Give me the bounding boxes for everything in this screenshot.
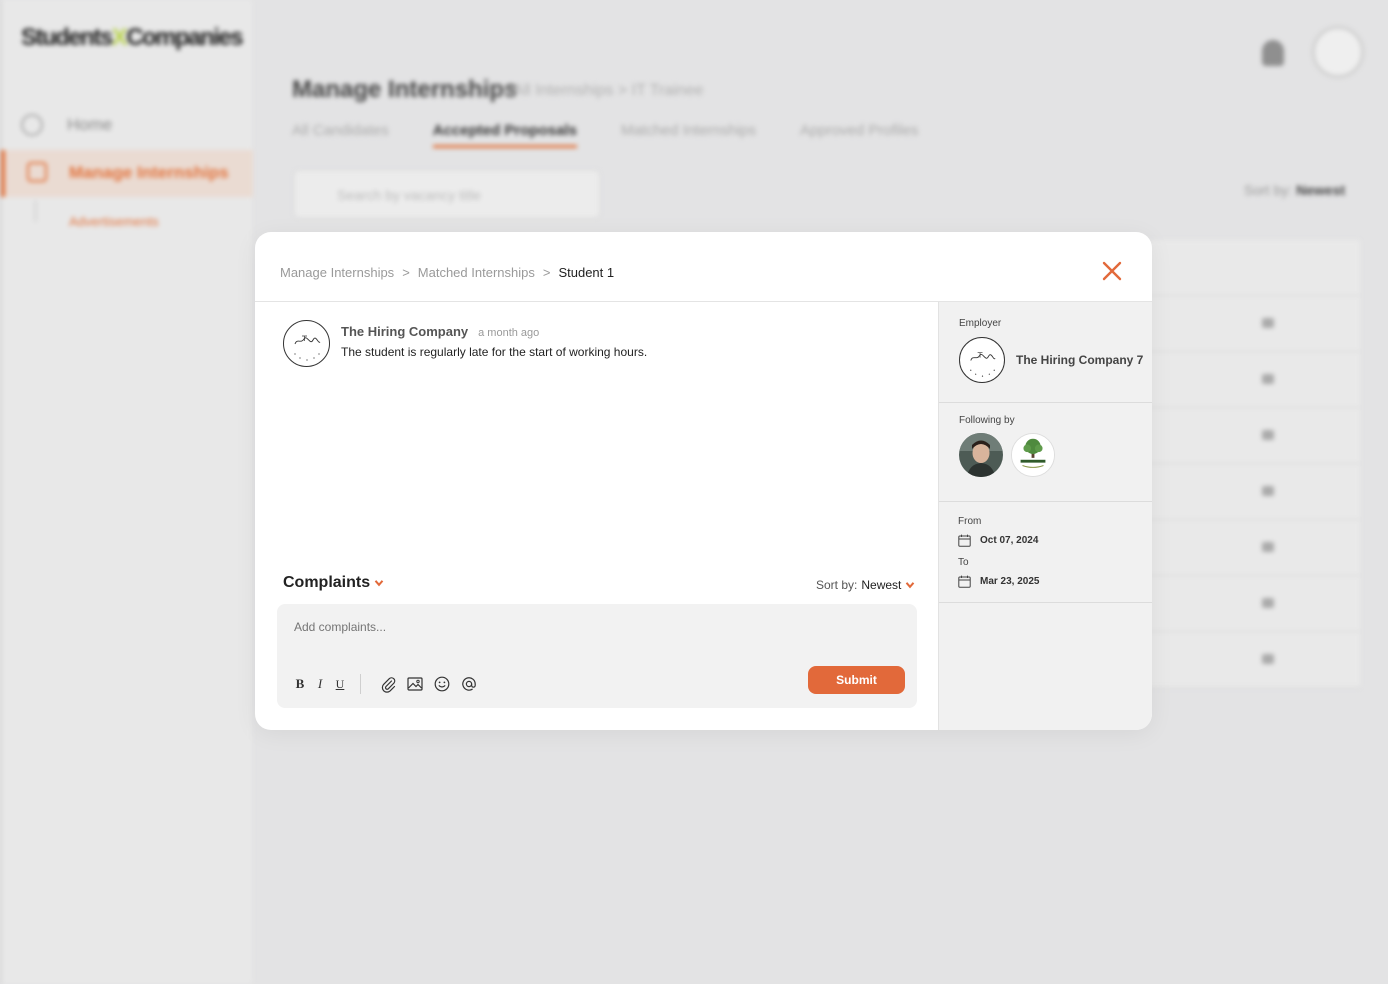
employer-logo: [959, 337, 1005, 383]
sort-dropdown[interactable]: Sort by: Newest: [816, 578, 915, 592]
tab-bar: All Candidates Accepted Proposals Matche…: [292, 122, 918, 148]
table-row: [1140, 632, 1360, 688]
attachment-icon[interactable]: [379, 675, 397, 693]
tab-all-candidates[interactable]: All Candidates: [292, 122, 389, 148]
search-input[interactable]: Search by vacancy title: [294, 170, 600, 218]
modal-breadcrumb: Manage Internships > Matched Internships…: [280, 265, 615, 280]
follower-avatar-student[interactable]: [959, 433, 1003, 477]
to-date: Mar 23, 2025: [958, 575, 1040, 588]
table-row: [1140, 352, 1360, 408]
briefcase-icon: [27, 162, 47, 182]
comment-author: The Hiring Company: [341, 324, 469, 339]
following-section: Following by: [939, 403, 1152, 502]
internships-table: [1140, 240, 1360, 688]
chevron-down-icon: [374, 580, 384, 587]
table-row: [1140, 520, 1360, 576]
bold-button[interactable]: B: [294, 674, 306, 694]
calendar-icon: [958, 575, 971, 588]
breadcrumb: > All Internships > IT Trainee: [500, 82, 704, 99]
table-row: [1140, 240, 1360, 296]
sidebar-item-manage-internships[interactable]: Manage Internships: [1, 150, 253, 197]
sidebar-item-advertisements[interactable]: Advertisements: [69, 214, 159, 229]
tab-approved-profiles[interactable]: Approved Profiles: [800, 122, 918, 148]
company-logo: [283, 320, 330, 367]
complaints-main: The Hiring Company a month ago The stude…: [255, 302, 938, 730]
app-logo: StudentsXCompanies: [21, 24, 244, 51]
breadcrumb-matched-internships[interactable]: Matched Internships: [418, 265, 535, 280]
employer-name[interactable]: The Hiring Company 7: [1016, 353, 1143, 367]
chevron-down-icon: [906, 582, 915, 589]
formatting-toolbar: B I U: [294, 674, 487, 694]
breadcrumb-current: Student 1: [558, 265, 615, 280]
close-icon[interactable]: [1101, 260, 1123, 282]
italic-button[interactable]: I: [315, 674, 325, 694]
table-row: [1140, 464, 1360, 520]
sort-control[interactable]: Sort by: Newest: [1244, 182, 1345, 198]
sidebar: StudentsXCompanies Home Manage Internshi…: [0, 0, 253, 984]
tab-accepted-proposals[interactable]: Accepted Proposals: [432, 122, 577, 148]
page-title: Manage Internships: [292, 76, 518, 103]
complaint-item: The Hiring Company a month ago The stude…: [283, 320, 647, 367]
image-icon[interactable]: [406, 675, 424, 693]
from-date: Oct 07, 2024: [958, 534, 1038, 547]
mention-icon[interactable]: [460, 675, 478, 693]
emoji-icon[interactable]: [433, 675, 451, 693]
table-row: [1140, 408, 1360, 464]
modal-header: Manage Internships > Matched Internships…: [255, 232, 1152, 302]
details-panel: Employer The Hiring Company 7 Following …: [938, 302, 1152, 730]
table-row: [1140, 576, 1360, 632]
dates-section: From Oct 07, 2024 To Mar 23, 2025: [939, 502, 1152, 603]
complaints-modal: Manage Internships > Matched Internships…: [255, 232, 1152, 730]
comment-text: The student is regularly late for the st…: [341, 345, 648, 359]
calendar-icon: [958, 534, 971, 547]
avatar[interactable]: [1312, 26, 1364, 78]
tab-matched-internships[interactable]: Matched Internships: [621, 122, 756, 148]
submit-button[interactable]: Submit: [808, 666, 905, 694]
complaints-dropdown[interactable]: Complaints: [283, 574, 384, 592]
breadcrumb-manage-internships[interactable]: Manage Internships: [280, 265, 394, 280]
complaint-composer: B I U: [277, 604, 917, 708]
complaint-input[interactable]: [294, 620, 894, 634]
comment-time: a month ago: [478, 327, 540, 339]
follower-avatar-university[interactable]: [1011, 433, 1055, 477]
underline-button[interactable]: U: [334, 674, 346, 694]
sidebar-item-home[interactable]: Home: [21, 114, 112, 136]
bell-icon[interactable]: [1262, 40, 1284, 66]
home-icon: [21, 114, 43, 136]
table-row: [1140, 296, 1360, 352]
employer-section: Employer The Hiring Company 7: [939, 302, 1152, 403]
